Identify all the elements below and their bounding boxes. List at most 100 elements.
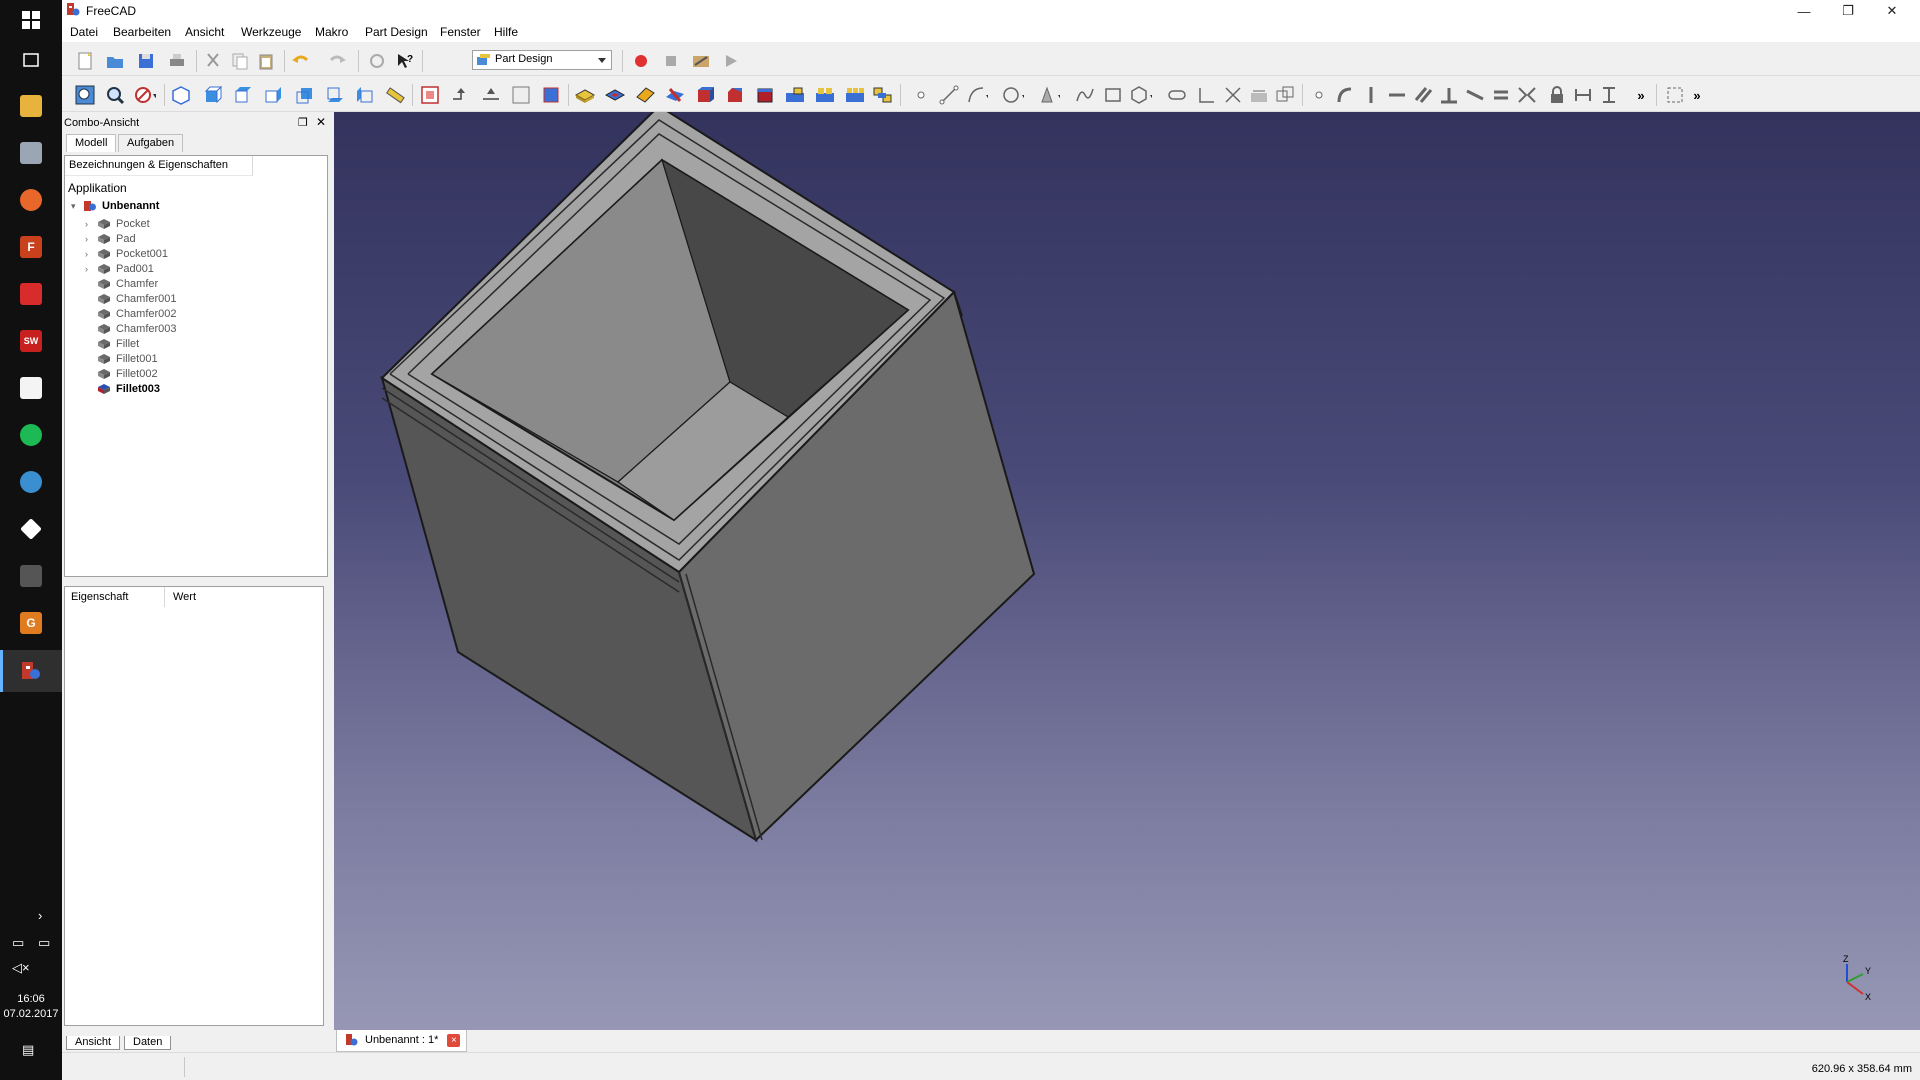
filezilla-icon[interactable]: F — [15, 231, 47, 263]
constraint-perpendicular-icon[interactable] — [1438, 84, 1460, 106]
sketchup-icon[interactable] — [15, 278, 47, 310]
sketch-line-icon[interactable] — [938, 84, 960, 106]
tab-aufgaben[interactable]: Aufgaben — [118, 134, 184, 152]
sketch-view-section-icon[interactable] — [1664, 84, 1686, 106]
firefox-icon[interactable] — [15, 184, 47, 216]
float-panel-icon[interactable]: ❐ — [298, 116, 308, 129]
view-rear-icon[interactable] — [294, 84, 316, 106]
expand-arrow-icon[interactable]: › — [85, 264, 97, 274]
close-window-button[interactable]: ✕ — [1870, 0, 1914, 22]
collapse-arrow-icon[interactable]: ▾ — [71, 201, 83, 212]
sketch-external-icon[interactable] — [1248, 84, 1270, 106]
menu-bearbeiten[interactable]: Bearbeiten — [113, 25, 171, 39]
constraint-horizontal-distance-icon[interactable] — [1572, 84, 1594, 106]
workbench-selector[interactable]: Part Design — [472, 50, 612, 70]
minimize-button[interactable]: — — [1782, 0, 1826, 22]
toolbar-overflow-right[interactable]: » — [1686, 84, 1708, 106]
view-left-icon[interactable] — [354, 84, 376, 106]
edit-sketch-icon[interactable] — [510, 84, 532, 106]
menu-part-design[interactable]: Part Design — [365, 25, 428, 39]
sketch-rectangle-icon[interactable] — [1102, 84, 1124, 106]
menu-ansicht[interactable]: Ansicht — [185, 25, 224, 39]
fillet-icon[interactable] — [694, 84, 716, 106]
multi-transform-icon[interactable] — [872, 84, 894, 106]
expand-arrow-icon[interactable]: › — [85, 234, 97, 244]
open-file-icon[interactable] — [104, 50, 126, 72]
create-body-icon[interactable] — [419, 84, 441, 106]
sketch-trim-icon[interactable] — [1222, 84, 1244, 106]
new-file-icon[interactable] — [74, 50, 96, 72]
save-icon[interactable] — [135, 50, 157, 72]
document-icon[interactable] — [15, 372, 47, 404]
view-right-icon[interactable] — [262, 84, 284, 106]
menu-datei[interactable]: Datei — [70, 25, 98, 39]
fit-all-icon[interactable] — [74, 84, 96, 106]
revolution-icon[interactable] — [634, 84, 656, 106]
sketch-slot-icon[interactable] — [1166, 84, 1188, 106]
sketch-circle-icon[interactable] — [1002, 84, 1024, 106]
linear-pattern-icon[interactable] — [844, 84, 866, 106]
sketch-conic-icon[interactable] — [1038, 84, 1060, 106]
toolbar-overflow-left[interactable]: » — [1630, 84, 1652, 106]
constraint-horizontal-icon[interactable] — [1386, 84, 1408, 106]
constraint-lock-icon[interactable] — [1546, 84, 1568, 106]
print-icon[interactable] — [166, 50, 188, 72]
constraint-vertical-distance-icon[interactable] — [1598, 84, 1620, 106]
view-bottom-icon[interactable] — [324, 84, 346, 106]
3d-viewport[interactable]: Z Y X — [334, 112, 1920, 1030]
tree-document-unbenannt[interactable]: ▾ Unbenannt — [71, 197, 159, 215]
app-orange-icon[interactable]: G — [15, 607, 47, 639]
undo-icon[interactable] — [290, 50, 312, 72]
taskbar-clock[interactable]: 16:06 07.02.2017 — [0, 992, 62, 1022]
measure-distance-icon[interactable] — [384, 84, 406, 106]
expand-arrow-icon[interactable]: › — [85, 219, 97, 229]
expand-arrow-icon[interactable]: › — [85, 249, 97, 259]
tree-item[interactable]: Fillet003 — [85, 380, 160, 398]
close-tab-icon[interactable]: × — [447, 1034, 461, 1047]
constraint-parallel-icon[interactable] — [1412, 84, 1434, 106]
chamfer-icon[interactable] — [724, 84, 746, 106]
file-explorer-icon[interactable] — [15, 90, 47, 122]
attach-sketch-icon[interactable] — [480, 84, 502, 106]
sketch-point-icon[interactable] — [910, 84, 932, 106]
action-center-icon[interactable]: ▤ — [22, 1042, 34, 1058]
freecad-taskbar-icon[interactable] — [15, 655, 47, 687]
windows-start-icon[interactable] — [15, 4, 47, 36]
validate-sketch-icon[interactable] — [540, 84, 562, 106]
constraint-point-on-object-icon[interactable] — [1334, 84, 1356, 106]
display-tray-icon[interactable]: ▭ — [38, 935, 50, 951]
whats-this-help-icon[interactable]: ? — [394, 50, 416, 72]
sketch-carbon-copy-icon[interactable] — [1274, 84, 1296, 106]
fit-selection-icon[interactable] — [104, 84, 126, 106]
draft-icon[interactable] — [754, 84, 776, 106]
menu-fenster[interactable]: Fenster — [440, 25, 481, 39]
tab-ansicht[interactable]: Ansicht — [66, 1036, 121, 1050]
macro-stop-icon[interactable] — [660, 50, 682, 72]
box-model[interactable] — [334, 112, 1920, 1030]
cut-icon[interactable] — [202, 50, 224, 72]
app-diamond-icon[interactable] — [15, 513, 47, 545]
redo-icon[interactable] — [326, 50, 348, 72]
close-panel-icon[interactable]: ✕ — [316, 115, 326, 129]
mirrored-icon[interactable] — [814, 84, 836, 106]
task-view-icon[interactable] — [15, 44, 47, 76]
thickness-icon[interactable] — [784, 84, 806, 106]
new-sketch-icon[interactable] — [450, 84, 472, 106]
menu-hilfe[interactable]: Hilfe — [494, 25, 518, 39]
pocket-icon[interactable] — [604, 84, 626, 106]
pad-icon[interactable] — [574, 84, 596, 106]
view-isometric-icon[interactable] — [170, 84, 192, 106]
constraint-coincident-icon[interactable] — [1308, 84, 1330, 106]
paste-icon[interactable] — [255, 50, 277, 72]
sketch-polygon-icon[interactable] — [1130, 84, 1152, 106]
macro-edit-icon[interactable] — [690, 50, 712, 72]
constraint-vertical-icon[interactable] — [1360, 84, 1382, 106]
view-top-icon[interactable] — [232, 84, 254, 106]
app-gear-icon[interactable] — [15, 466, 47, 498]
draw-style-icon[interactable] — [134, 84, 156, 106]
restore-button[interactable]: ❐ — [1826, 0, 1870, 22]
document-tab[interactable]: Unbenannt : 1* × — [336, 1030, 468, 1052]
network-tray-icon[interactable]: ▭ — [12, 935, 24, 951]
spotify-icon[interactable] — [15, 419, 47, 451]
macro-record-icon[interactable] — [630, 50, 652, 72]
